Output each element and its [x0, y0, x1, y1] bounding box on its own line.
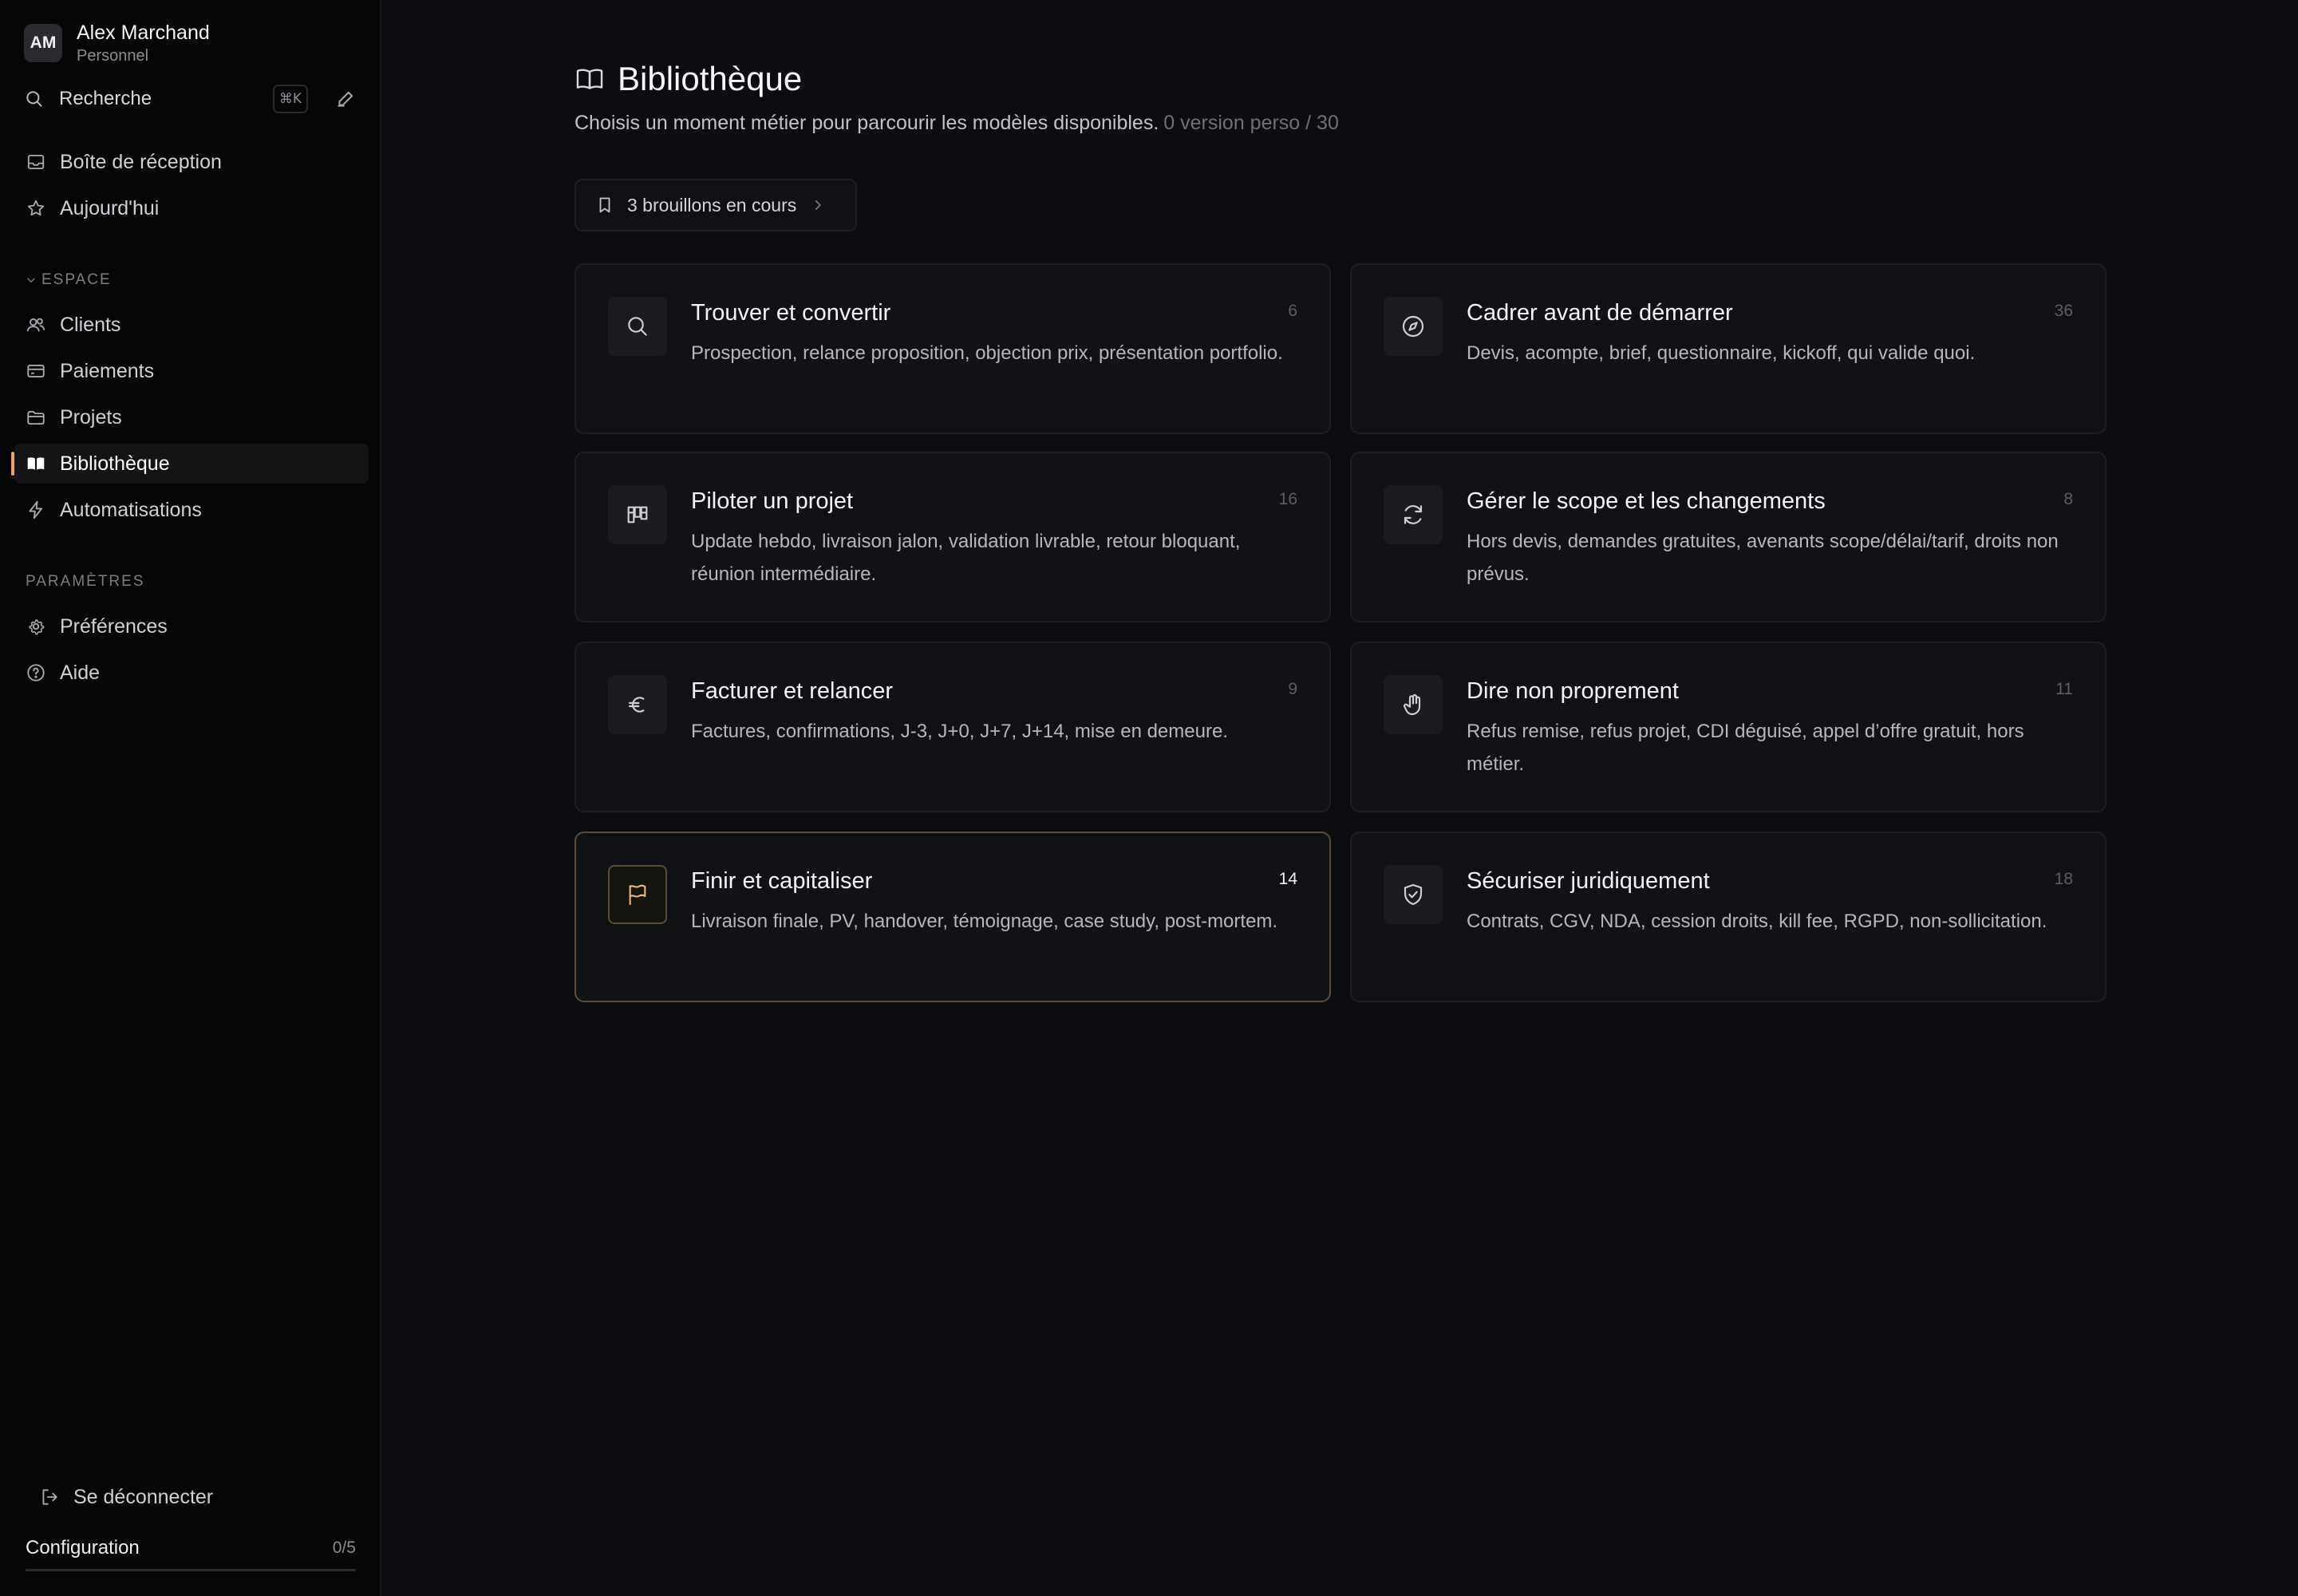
bolt-icon — [26, 500, 46, 520]
book-icon — [26, 453, 46, 474]
card-description: Contrats, CGV, NDA, cession droits, kill… — [1467, 911, 2047, 932]
sidebar-item-today[interactable]: Aujourd'hui — [14, 188, 369, 228]
section-label-espace: ESPACE — [41, 271, 112, 288]
card-title: Cadrer avant de démarrer — [1467, 300, 1733, 326]
card-title: Finir et capitaliser — [691, 868, 873, 894]
drafts-button[interactable]: 3 brouillons en cours — [574, 179, 857, 231]
subtitle-text: Choisis un moment métier pour parcourir … — [574, 112, 1159, 134]
sidebar-item-preferences[interactable]: Préférences — [14, 606, 369, 646]
page-subtitle: Choisis un moment métier pour parcourir … — [574, 112, 1339, 135]
category-card-say-no[interactable]: Dire non proprement Refus remise, refus … — [1350, 642, 2106, 812]
help-icon — [26, 662, 46, 683]
sidebar-item-label: Préférences — [60, 614, 168, 638]
compass-icon — [1384, 297, 1443, 356]
config-label: Configuration — [26, 1537, 140, 1558]
search-icon — [24, 89, 45, 109]
card-title: Trouver et convertir — [691, 300, 891, 326]
logout-label: Se déconnecter — [73, 1485, 214, 1508]
gear-icon — [26, 616, 46, 637]
card-description: Devis, acompte, brief, questionnaire, ki… — [1467, 342, 1976, 364]
card-title: Dire non proprement — [1467, 678, 1679, 704]
kanban-icon — [608, 485, 667, 544]
open-book-icon — [574, 64, 605, 94]
search-shortcut-badge: ⌘K — [273, 85, 308, 113]
sidebar-item-projects[interactable]: Projets — [14, 397, 369, 437]
card-description: Update hebdo, livraison jalon, validatio… — [691, 531, 1241, 585]
credit-card-icon — [26, 361, 46, 381]
card-template-count: 6 — [1288, 302, 1297, 320]
category-card-invoice-remind[interactable]: Facturer et relancer Factures, confirmat… — [574, 642, 1331, 812]
user-switcher[interactable]: AM Alex Marchand Personnel — [24, 21, 210, 65]
euro-icon — [608, 675, 667, 734]
category-card-frame-before-start[interactable]: Cadrer avant de démarrer Devis, acompte,… — [1350, 263, 2106, 434]
sidebar-item-label: Aide — [60, 661, 101, 684]
card-template-count: 18 — [2054, 870, 2073, 888]
search-icon — [608, 297, 667, 356]
page-title: Bibliothèque — [618, 60, 803, 97]
sidebar-item-label: Aujourd'hui — [60, 196, 160, 219]
sidebar-item-label: Paiements — [60, 359, 155, 382]
avatar: AM — [24, 24, 62, 62]
card-template-count: 11 — [2055, 680, 2073, 698]
sidebar-item-label: Automatisations — [60, 498, 202, 521]
user-info: Alex Marchand Personnel — [77, 21, 210, 65]
logout-button[interactable]: Se déconnecter — [26, 1481, 213, 1513]
compose-icon[interactable] — [335, 89, 356, 109]
card-template-count: 9 — [1288, 680, 1297, 698]
user-plan: Personnel — [77, 47, 149, 65]
card-description: Hors devis, demandes gratuites, avenants… — [1467, 531, 2059, 585]
card-title: Piloter un projet — [691, 488, 854, 514]
search-button[interactable]: Recherche ⌘K — [24, 83, 359, 115]
configuration-progress[interactable]: Configuration 0/5 — [26, 1532, 356, 1564]
category-card-legal-security[interactable]: Sécuriser juridiquement Contrats, CGV, N… — [1350, 832, 2106, 1002]
card-template-count: 36 — [2054, 302, 2073, 320]
category-card-find-convert[interactable]: Trouver et convertir Prospection, relanc… — [574, 263, 1331, 434]
config-count: 0/5 — [332, 1539, 356, 1557]
card-description: Prospection, relance proposition, object… — [691, 342, 1283, 364]
sidebar-item-inbox[interactable]: Boîte de réception — [14, 142, 369, 182]
hand-icon — [1384, 675, 1443, 734]
logout-icon — [39, 1487, 60, 1507]
search-label: Recherche — [59, 88, 152, 109]
refresh-icon — [1384, 485, 1443, 544]
folder-icon — [26, 407, 46, 428]
star-icon — [26, 198, 46, 219]
card-template-count: 8 — [2063, 490, 2073, 508]
sidebar: AM Alex Marchand Personnel Recherche ⌘K … — [0, 0, 381, 1596]
card-description: Factures, confirmations, J-3, J+0, J+7, … — [691, 721, 1228, 742]
category-card-manage-project[interactable]: Piloter un projet Update hebdo, livraiso… — [574, 452, 1331, 622]
sidebar-item-clients[interactable]: Clients — [14, 305, 369, 345]
card-template-count: 16 — [1278, 490, 1297, 508]
category-card-scope-changes[interactable]: Gérer le scope et les changements Hors d… — [1350, 452, 2106, 622]
drafts-label: 3 brouillons en cours — [627, 194, 797, 215]
card-title: Facturer et relancer — [691, 678, 894, 704]
sidebar-item-label: Clients — [60, 313, 121, 336]
sidebar-item-label: Projets — [60, 405, 122, 429]
sidebar-item-automations[interactable]: Automatisations — [14, 490, 369, 530]
sidebar-item-help[interactable]: Aide — [14, 653, 369, 693]
card-description: Refus remise, refus projet, CDI déguisé,… — [1467, 721, 2024, 775]
chevron-right-icon — [811, 198, 825, 212]
sidebar-item-payments[interactable]: Paiements — [14, 351, 369, 391]
sidebar-item-library[interactable]: Bibliothèque — [14, 444, 369, 484]
chevron-down-icon — [26, 275, 37, 286]
custom-version-count: 0 version perso / 30 — [1163, 112, 1339, 134]
bookmark-icon — [595, 196, 614, 215]
section-label-settings: PARAMÈTRES — [26, 573, 145, 590]
card-title: Sécuriser juridiquement — [1467, 868, 1710, 894]
section-toggle-espace[interactable]: ESPACE — [26, 271, 112, 289]
card-title: Gérer le scope et les changements — [1467, 488, 1826, 514]
flag-icon — [608, 865, 667, 924]
sidebar-item-label: Bibliothèque — [60, 452, 170, 475]
sidebar-item-label: Boîte de réception — [60, 150, 222, 173]
shield-check-icon — [1384, 865, 1443, 924]
card-description: Livraison finale, PV, handover, témoigna… — [691, 911, 1278, 932]
page-header: Bibliothèque — [574, 57, 802, 101]
users-icon — [26, 314, 46, 335]
user-name: Alex Marchand — [77, 22, 210, 44]
inbox-icon — [26, 152, 46, 172]
card-template-count: 14 — [1278, 870, 1297, 888]
config-progress-bar — [26, 1569, 356, 1571]
category-card-finish-capitalize[interactable]: Finir et capitaliser Livraison finale, P… — [574, 832, 1331, 1002]
